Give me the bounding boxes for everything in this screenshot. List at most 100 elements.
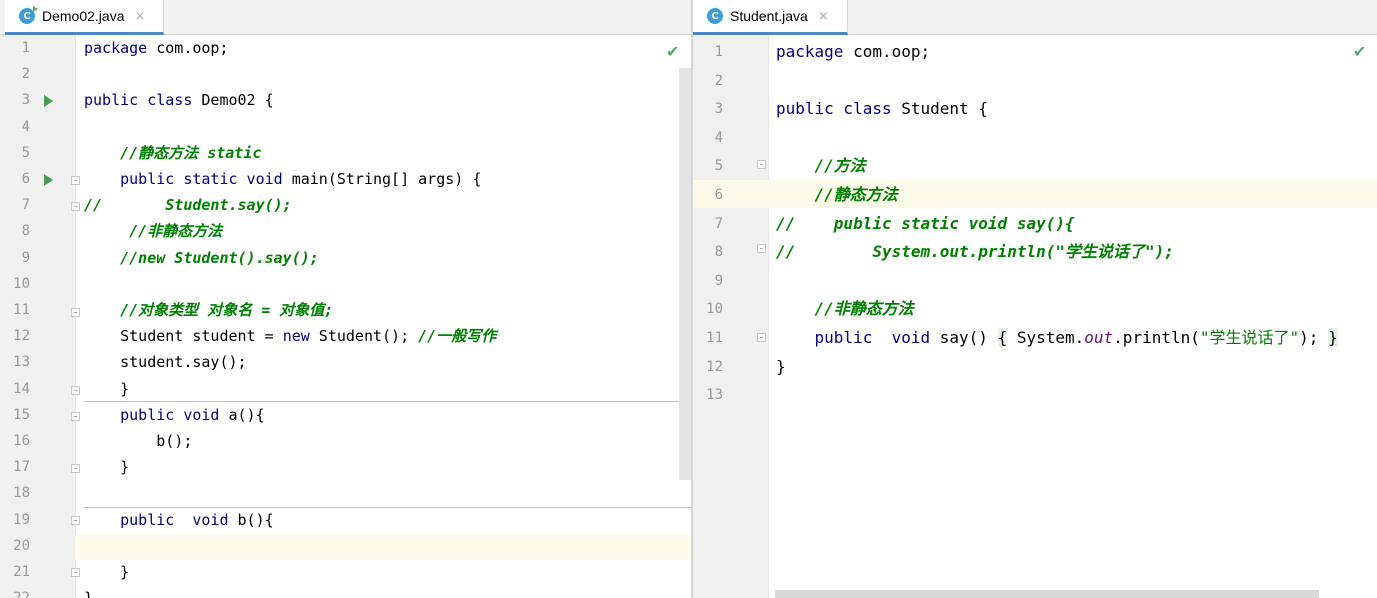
code-line[interactable]: 8 // System.out.println("学生说话了");	[693, 238, 1377, 267]
right-editor-pane: C Student.java × 1 package com.oop; 2 3 publ…	[693, 0, 1377, 598]
code-text: //非静态方法	[814, 299, 914, 319]
line-number: 3	[714, 101, 723, 118]
line-number: 7	[21, 197, 30, 214]
line-number: 5	[21, 144, 30, 161]
code-line[interactable]: 15 public void a(){	[0, 402, 691, 428]
fold-icon[interactable]	[71, 568, 80, 577]
code-line[interactable]: 3 public class Student {	[693, 95, 1377, 124]
fold-icon[interactable]	[71, 386, 80, 395]
line-number: 1	[714, 44, 723, 60]
code-text: }	[84, 563, 130, 581]
code-line[interactable]: 4	[693, 124, 1377, 153]
code-line[interactable]: 10	[0, 271, 691, 297]
line-number: 6	[714, 187, 723, 203]
code-text: //new Student().say();	[120, 248, 319, 267]
close-icon[interactable]: ×	[135, 9, 146, 24]
code-text: //方法	[814, 156, 866, 176]
line-number: 13	[13, 354, 30, 371]
code-line[interactable]: 7 // Student.say();	[0, 192, 691, 218]
code-line[interactable]: 7 // public static void say(){	[693, 210, 1377, 239]
class-icon: C	[19, 6, 38, 24]
tab-label: Demo02.java	[42, 8, 125, 24]
code-text: }	[776, 356, 786, 376]
code-text: public void say() { System.out.println("…	[814, 328, 1338, 347]
code-line[interactable]: 8 //非静态方法	[0, 218, 691, 244]
code-line[interactable]: 12}	[693, 353, 1377, 382]
line-number: 13	[706, 387, 723, 404]
code-line[interactable]: 20	[0, 533, 691, 559]
code-text: //对象类型 对象名 = 对象值;	[120, 301, 334, 319]
code-line[interactable]: 19 public void b(){	[0, 507, 691, 533]
line-number: 2	[714, 72, 723, 89]
vertical-scrollbar[interactable]	[679, 68, 691, 480]
code-line[interactable]: 18	[0, 480, 691, 506]
fold-icon[interactable]	[71, 412, 80, 421]
code-line[interactable]: 3 public class Demo02 {	[0, 87, 691, 113]
tab-demo02[interactable]: C Demo02.java ×	[5, 0, 164, 35]
line-number: 20	[13, 537, 30, 554]
fold-icon[interactable]	[71, 202, 80, 211]
code-line[interactable]: 22}	[0, 585, 691, 598]
code-line[interactable]: 11 public void say() { System.out.printl…	[693, 324, 1377, 353]
code-text: }	[84, 585, 93, 598]
code-line[interactable]: 4	[0, 114, 691, 140]
line-number: 5	[714, 158, 723, 175]
code-line[interactable]: 2	[693, 67, 1377, 96]
code-text: // System.out.println("学生说话了");	[776, 242, 1174, 262]
code-line[interactable]: 21 }	[0, 559, 691, 585]
code-line[interactable]: 5 //静态方法 static	[0, 140, 691, 166]
code-line[interactable]: 11 //对象类型 对象名 = 对象值;	[0, 297, 691, 323]
code-line[interactable]: 1 package com.oop;	[693, 38, 1377, 67]
fold-icon[interactable]	[757, 160, 766, 169]
line-number: 11	[13, 302, 30, 318]
line-number: 9	[21, 249, 30, 266]
code-text: //静态方法	[814, 185, 898, 204]
code-line[interactable]: 6 public static void main(String[] args)…	[0, 166, 691, 192]
close-icon[interactable]: ×	[818, 9, 829, 24]
code-line[interactable]: 13 student.say();	[0, 349, 691, 375]
code-line[interactable]: 9 //new Student().say();	[0, 245, 691, 271]
line-number: 15	[13, 406, 30, 423]
tab-student[interactable]: C Student.java ×	[693, 0, 848, 35]
line-number: 19	[13, 511, 30, 528]
code-text: public class Demo02 {	[84, 91, 274, 110]
line-number: 17	[13, 459, 30, 476]
code-line[interactable]: 6 //静态方法	[693, 181, 1377, 210]
code-text: // Student.say();	[84, 196, 292, 215]
code-line[interactable]: 9	[693, 267, 1377, 296]
code-text: package com.oop;	[84, 39, 229, 57]
line-number: 21	[13, 564, 30, 580]
code-line[interactable]: 12 Student student = new Student(); //一般…	[0, 323, 691, 349]
check-icon: ✔	[666, 42, 680, 61]
code-text: student.say();	[84, 353, 247, 372]
right-tab-bar: C Student.java ×	[693, 0, 1377, 35]
code-line[interactable]: 10 //非静态方法	[693, 295, 1377, 324]
code-line[interactable]: 2	[0, 61, 691, 87]
left-editor-pane: C Demo02.java × 1 package com.oop; 2 3 publi…	[0, 0, 691, 598]
fold-icon[interactable]	[757, 333, 766, 342]
line-number: 4	[21, 118, 30, 135]
line-number: 11	[706, 330, 723, 346]
line-number: 7	[714, 215, 723, 232]
code-line[interactable]: 1 package com.oop;	[0, 35, 691, 61]
code-text: }	[84, 458, 130, 477]
line-number: 3	[21, 92, 30, 109]
code-line[interactable]: 14 }	[0, 376, 691, 402]
code-text: //静态方法 static	[120, 143, 262, 162]
fold-icon[interactable]	[757, 244, 766, 253]
fold-icon[interactable]	[71, 464, 80, 473]
fold-icon[interactable]	[71, 516, 80, 525]
fold-icon[interactable]	[71, 308, 80, 317]
code-line[interactable]: 13	[693, 381, 1377, 410]
fold-icon[interactable]	[71, 176, 80, 185]
line-number: 10	[706, 301, 723, 318]
line-number: 22	[0, 585, 30, 598]
horizontal-scrollbar[interactable]	[775, 590, 1319, 598]
code-line[interactable]: 17 }	[0, 454, 691, 480]
code-line[interactable]: 16 b();	[0, 428, 691, 454]
run-icon[interactable]	[44, 174, 53, 186]
tab-label: Student.java	[730, 8, 808, 24]
code-line[interactable]: 5 //方法	[693, 152, 1377, 181]
run-icon[interactable]	[44, 95, 53, 107]
code-text: package com.oop;	[776, 42, 931, 61]
